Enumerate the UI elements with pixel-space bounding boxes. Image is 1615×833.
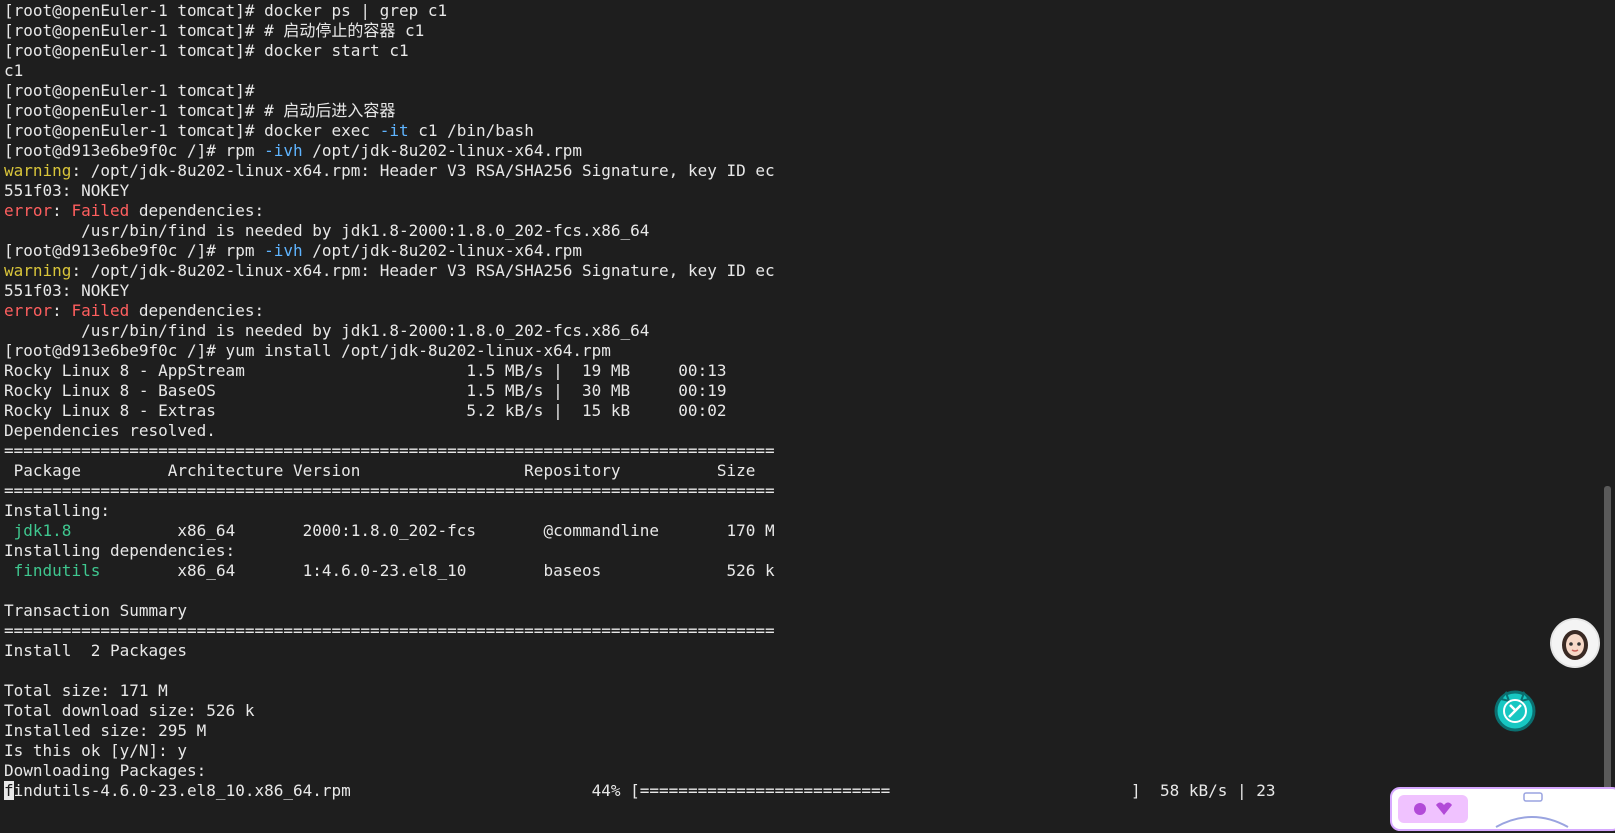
terminal-line: Rocky Linux 8 - BaseOS 1.5 MB/s | 30 MB … <box>4 381 727 400</box>
terminal-text-segment: -it <box>379 121 409 140</box>
terminal-text-segment: : <box>52 201 72 220</box>
terminal-text-segment: : /opt/jdk-8u202-linux-x64.rpm: Header V… <box>71 261 775 280</box>
floating-widget[interactable] <box>1390 787 1615 831</box>
terminal-line: [root@openEuler-1 tomcat]# # 启动停止的容器 c1 <box>4 21 425 40</box>
terminal-line: Total size: 171 M <box>4 681 168 700</box>
terminal-line: findutils-4.6.0-23.el8_10.x86_64.rpm 44%… <box>4 781 1564 801</box>
terminal-line: Installed size: 295 M <box>4 721 207 740</box>
terminal-line: ========================================… <box>4 621 775 640</box>
terminal-text-segment: indutils-4.6.0-23.el8_10.x86_64.rpm 44% … <box>13 781 1276 800</box>
terminal-line: Package Architecture Version Repository … <box>4 461 756 480</box>
terminal-line: ========================================… <box>4 481 775 500</box>
terminal-text-segment: /opt/jdk-8u202-linux-x64.rpm <box>302 141 582 160</box>
terminal-line: [root@openEuler-1 tomcat]# # 启动后进入容器 <box>4 101 396 120</box>
terminal-text-segment: jdk1.8 <box>13 521 72 540</box>
terminal-text-segment: findutils <box>13 561 101 580</box>
terminal-line: [root@d913e6be9f0c /]# yum install /opt/… <box>4 341 611 360</box>
terminal-text-segment: [root@openEuler-1 tomcat]# docker exec <box>4 121 380 140</box>
terminal-text-segment: [root@d913e6be9f0c /]# rpm <box>4 141 265 160</box>
terminal-line: [root@openEuler-1 tomcat]# docker ps | g… <box>4 1 448 20</box>
terminal-line: Downloading Packages: <box>4 761 207 780</box>
terminal-line: /usr/bin/find is needed by jdk1.8-2000:1… <box>4 321 650 340</box>
terminal-line: error: Failed dependencies: <box>4 301 1564 321</box>
terminal-text-segment: /opt/jdk-8u202-linux-x64.rpm <box>302 241 582 260</box>
terminal-line: Transaction Summary <box>4 601 188 620</box>
terminal-line: Installing: <box>4 501 110 520</box>
terminal-text-segment: : <box>52 301 72 320</box>
assistant-robot-icon[interactable] <box>1492 686 1538 732</box>
terminal-line: /usr/bin/find is needed by jdk1.8-2000:1… <box>4 221 650 240</box>
terminal-line: Is this ok [y/N]: y <box>4 741 188 760</box>
terminal-line: Rocky Linux 8 - Extras 5.2 kB/s | 15 kB … <box>4 401 727 420</box>
terminal-line: Dependencies resolved. <box>4 421 216 440</box>
terminal-output[interactable]: [root@openEuler-1 tomcat]# docker ps | g… <box>4 1 1564 817</box>
terminal-line: Total download size: 526 k <box>4 701 255 720</box>
terminal-line: error: Failed dependencies: <box>4 201 1564 221</box>
terminal-line: [root@openEuler-1 tomcat]# docker start … <box>4 41 409 60</box>
terminal-line: jdk1.8 x86_64 2000:1.8.0_202-fcs @comman… <box>4 521 1564 541</box>
terminal-text-segment: dependencies: <box>129 301 265 320</box>
user-avatar-icon[interactable] <box>1552 620 1598 666</box>
terminal-text-segment: -ivh <box>264 141 303 160</box>
terminal-line: Rocky Linux 8 - AppStream 1.5 MB/s | 19 … <box>4 361 727 380</box>
terminal-line: 551f03: NOKEY <box>4 181 130 200</box>
terminal-line: findutils x86_64 1:4.6.0-23.el8_10 baseo… <box>4 561 1564 581</box>
terminal-text-segment: error <box>4 301 53 320</box>
terminal-text-segment: warning <box>4 261 72 280</box>
terminal-text-segment: warning <box>4 161 72 180</box>
terminal-line: [root@d913e6be9f0c /]# rpm -ivh /opt/jdk… <box>4 241 1564 261</box>
terminal-scrollbar[interactable] <box>1604 486 1611 812</box>
terminal-text-segment: Failed <box>71 201 130 220</box>
terminal-line: c1 <box>4 61 24 80</box>
terminal-line: warning: /opt/jdk-8u202-linux-x64.rpm: H… <box>4 161 1564 181</box>
terminal-text-segment: error <box>4 201 53 220</box>
terminal-text-segment: c1 /bin/bash <box>408 121 534 140</box>
terminal-line: [root@openEuler-1 tomcat]# <box>4 81 255 100</box>
terminal-text-segment: x86_64 2000:1.8.0_202-fcs @commandline 1… <box>71 521 775 540</box>
terminal-text-segment: [root@d913e6be9f0c /]# rpm <box>4 241 265 260</box>
terminal-line: [root@openEuler-1 tomcat]# docker exec -… <box>4 121 1564 141</box>
terminal-text-segment: Failed <box>71 301 130 320</box>
terminal-line: ========================================… <box>4 441 775 460</box>
terminal-line: warning: /opt/jdk-8u202-linux-x64.rpm: H… <box>4 261 1564 281</box>
terminal-text-segment: -ivh <box>264 241 303 260</box>
terminal-cursor: f <box>4 781 14 800</box>
terminal-line: [root@d913e6be9f0c /]# rpm -ivh /opt/jdk… <box>4 141 1564 161</box>
terminal-line: Installing dependencies: <box>4 541 236 560</box>
terminal-line: Install 2 Packages <box>4 641 188 660</box>
terminal-text-segment: : /opt/jdk-8u202-linux-x64.rpm: Header V… <box>71 161 775 180</box>
terminal-line: 551f03: NOKEY <box>4 281 130 300</box>
terminal-text-segment: x86_64 1:4.6.0-23.el8_10 baseos 526 k <box>100 561 775 580</box>
terminal-text-segment: dependencies: <box>129 201 265 220</box>
